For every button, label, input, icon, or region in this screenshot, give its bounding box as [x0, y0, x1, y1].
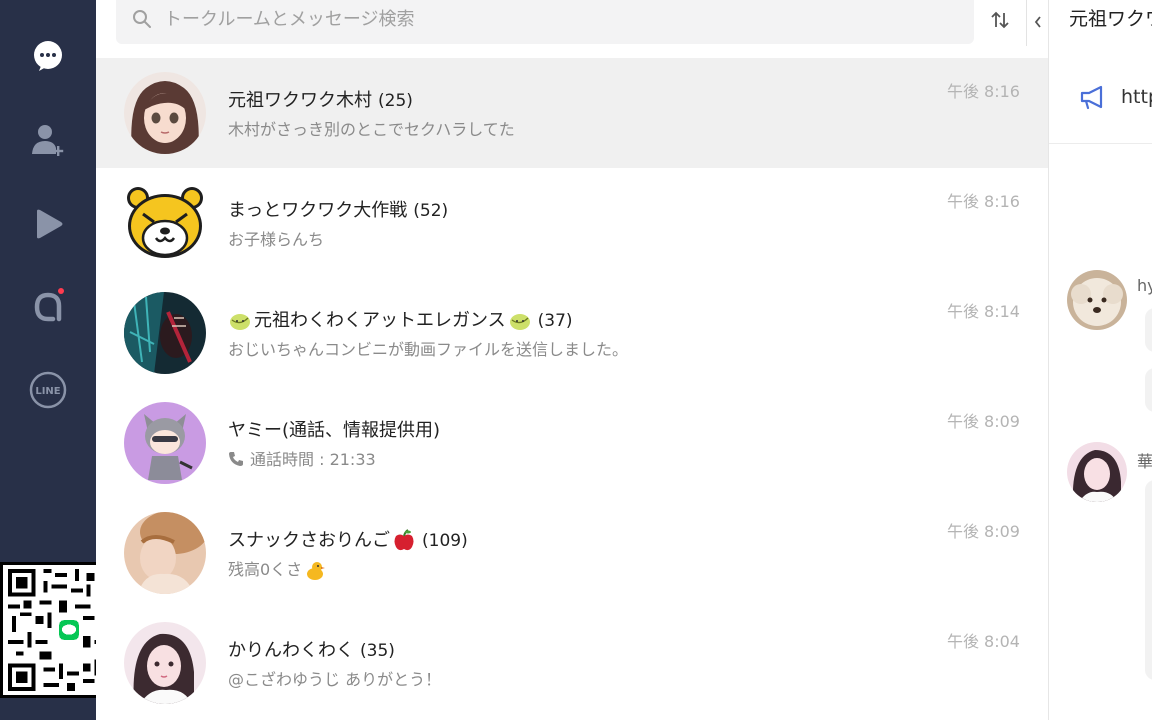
message-time: 午後 8:09: [946, 412, 1020, 431]
announcement-text[interactable]: http: [1121, 86, 1152, 108]
member-count: (52): [413, 201, 449, 221]
last-message: 残高0くさ: [228, 556, 326, 582]
chat-avatar: [124, 402, 206, 484]
search-input[interactable]: [164, 8, 864, 30]
chat-title: まっとワクワク大作戦: [228, 200, 408, 221]
chat-title: 元祖ワクワク木村: [228, 90, 372, 111]
message-time: 午後 8:14: [946, 302, 1020, 321]
photo-avatar-icon: [1067, 442, 1127, 502]
chat-list-pane: 元祖ワクワク木村 (25) 木村がさっき別のとこでセクハラしてた 午後 8:16: [96, 0, 1048, 720]
call-duration: 通話時間 : 21:33: [250, 450, 376, 469]
chevron-left-icon: [1034, 16, 1041, 28]
chat-avatar: [124, 512, 206, 594]
member-count: (37): [537, 311, 573, 331]
search-icon: [133, 10, 151, 28]
chat-name: 元祖わくわくアットエレガンス (37): [228, 306, 573, 332]
yellow-bear-avatar-icon: [124, 182, 206, 264]
chat-list: 元祖ワクワク木村 (25) 木村がさっき別のとこでセクハラしてた 午後 8:16: [96, 58, 1048, 718]
tennis-ball-icon: [230, 314, 250, 330]
member-count: (109): [422, 531, 468, 551]
sort-button[interactable]: [984, 4, 1016, 36]
message-time: 午後 8:16: [946, 192, 1020, 211]
collapse-panel-button[interactable]: [1026, 0, 1048, 46]
openchat-nav-button[interactable]: [28, 286, 68, 326]
chat-name: かりんわくわく (35): [228, 636, 395, 662]
photo-avatar-icon: [124, 622, 206, 704]
chat-room-pane: 元祖ワクワ http hy 華: [1048, 0, 1152, 720]
voom-nav-button[interactable]: [28, 204, 68, 244]
message-bubble[interactable]: [1145, 480, 1152, 680]
message-time: 午後 8:16: [946, 82, 1020, 101]
sender-avatar[interactable]: [1067, 442, 1127, 502]
line-nav-button[interactable]: LINE: [28, 370, 68, 410]
announcement-bar[interactable]: http: [1049, 60, 1152, 144]
last-message: 木村がさっき別のとこでセクハラしてた: [228, 120, 515, 139]
chat-name: 元祖ワクワク木村 (25): [228, 86, 413, 112]
chat-title: ヤミー(通話、情報提供用): [228, 420, 441, 441]
message-area: hy 華: [1049, 146, 1152, 720]
member-count: (35): [360, 641, 395, 661]
notification-dot: [58, 288, 64, 294]
chick-icon: [307, 561, 326, 580]
dog-avatar-icon: [1067, 270, 1127, 330]
last-message: 通話時間 : 21:33: [228, 446, 376, 470]
chat-avatar: [124, 292, 206, 374]
message-bubble[interactable]: [1145, 308, 1152, 352]
last-message: お子様らんち: [228, 230, 325, 249]
voom-play-icon: [37, 209, 63, 239]
sender-name: 華: [1137, 452, 1152, 471]
message-time: 午後 8:04: [946, 632, 1020, 651]
member-count: (25): [378, 91, 413, 111]
photo-avatar-icon: [124, 512, 206, 594]
openchat-a-icon: [34, 292, 62, 322]
dark-art-avatar-icon: [124, 292, 206, 374]
chat-list-item[interactable]: 元祖わくわくアットエレガンス (37) おじいちゃんコンビニが動画ファイルを送信し…: [96, 278, 1048, 388]
last-message: おじいちゃんコンビニが動画ファイルを送信しました。: [228, 340, 629, 359]
chat-list-item[interactable]: かりんわくわく (35) @こざわゆうじ ありがとう！ 午後 8:04: [96, 608, 1048, 718]
chat-name: スナックさおりんご (109): [228, 526, 468, 553]
chat-title: 元祖わくわくアットエレガンス: [254, 310, 506, 331]
chat-avatar: [124, 622, 206, 704]
apple-icon: [394, 529, 414, 551]
line-logo-icon: LINE: [29, 371, 67, 409]
chat-bubble-icon: [34, 41, 62, 71]
sender-name: hy: [1137, 276, 1152, 295]
last-message: @こざわゆうじ ありがとう！: [228, 670, 442, 689]
chat-title: かりんわくわく: [228, 640, 354, 661]
chat-name: まっとワクワク大作戦 (52): [228, 196, 448, 222]
last-message-text: 残高0くさ: [228, 560, 303, 579]
chat-list-item[interactable]: 元祖ワクワク木村 (25) 木村がさっき別のとこでセクハラしてた 午後 8:16: [96, 58, 1048, 168]
sort-arrows-icon: [991, 11, 1009, 29]
chibi-character-avatar-icon: [124, 402, 206, 484]
add-friend-icon: [32, 125, 64, 156]
megaphone-icon: [1080, 85, 1103, 110]
chat-list-item[interactable]: スナックさおりんご (109) 残高0くさ 午後 8:09: [96, 498, 1048, 608]
chat-avatar: [124, 72, 206, 154]
chat-avatar: [124, 182, 206, 264]
chat-name: ヤミー(通話、情報提供用): [228, 416, 446, 442]
tennis-ball-icon: [509, 314, 530, 330]
chats-nav-button[interactable]: [28, 36, 68, 76]
add-friend-nav-button[interactable]: [28, 120, 68, 160]
message-bubble[interactable]: [1145, 368, 1152, 412]
phone-icon: [229, 452, 243, 466]
sender-avatar[interactable]: [1067, 270, 1127, 330]
chat-list-toolbar: [96, 0, 1048, 58]
chat-list-item[interactable]: まっとワクワク大作戦 (52) お子様らんち 午後 8:16: [96, 168, 1048, 278]
anime-girl-avatar-icon: [124, 72, 206, 154]
svg-text:LINE: LINE: [35, 386, 60, 397]
chat-list-item[interactable]: ヤミー(通話、情報提供用) 通話時間 : 21:33 午後 8:09: [96, 388, 1048, 498]
chat-room-title: 元祖ワクワ: [1069, 8, 1152, 30]
search-box[interactable]: [116, 0, 974, 44]
message-time: 午後 8:09: [946, 522, 1020, 541]
chat-title: スナックさおりんご: [228, 530, 390, 551]
